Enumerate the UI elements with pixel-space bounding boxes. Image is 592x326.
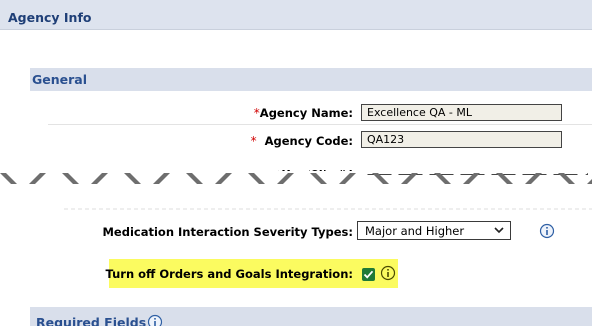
- checkmark-icon: [363, 270, 374, 279]
- medication-info-icon[interactable]: [539, 223, 555, 239]
- required-fields-title: Required Fields: [36, 315, 147, 326]
- orders-goals-checkbox[interactable]: [362, 268, 375, 281]
- general-section-header: General: [30, 68, 592, 91]
- chevron-down-icon: [494, 227, 504, 234]
- agency-code-label: * Agency Code:: [250, 134, 353, 148]
- required-marker: *: [250, 134, 257, 148]
- row-divider: [48, 124, 592, 125]
- agency-info-title: Agency Info: [8, 10, 92, 25]
- agency-code-field[interactable]: QA123: [361, 131, 562, 148]
- torn-page-separator: [0, 152, 592, 212]
- required-fields-header: Required Fields: [30, 307, 592, 326]
- medication-severity-value: Major and Higher: [365, 224, 465, 238]
- orders-goals-info-icon[interactable]: [380, 265, 396, 281]
- medication-severity-label: Medication Interaction Severity Types:: [102, 225, 353, 239]
- medication-severity-select[interactable]: Major and Higher: [357, 221, 511, 240]
- agency-name-field[interactable]: Excellence QA - ML: [361, 104, 562, 121]
- agency-info-header: Agency Info: [0, 0, 592, 30]
- orders-goals-label: Turn off Orders and Goals Integration:: [105, 267, 353, 281]
- general-section-title: General: [32, 72, 87, 87]
- agency-name-label: *Agency Name:: [253, 106, 353, 120]
- required-fields-info-icon[interactable]: [147, 314, 163, 326]
